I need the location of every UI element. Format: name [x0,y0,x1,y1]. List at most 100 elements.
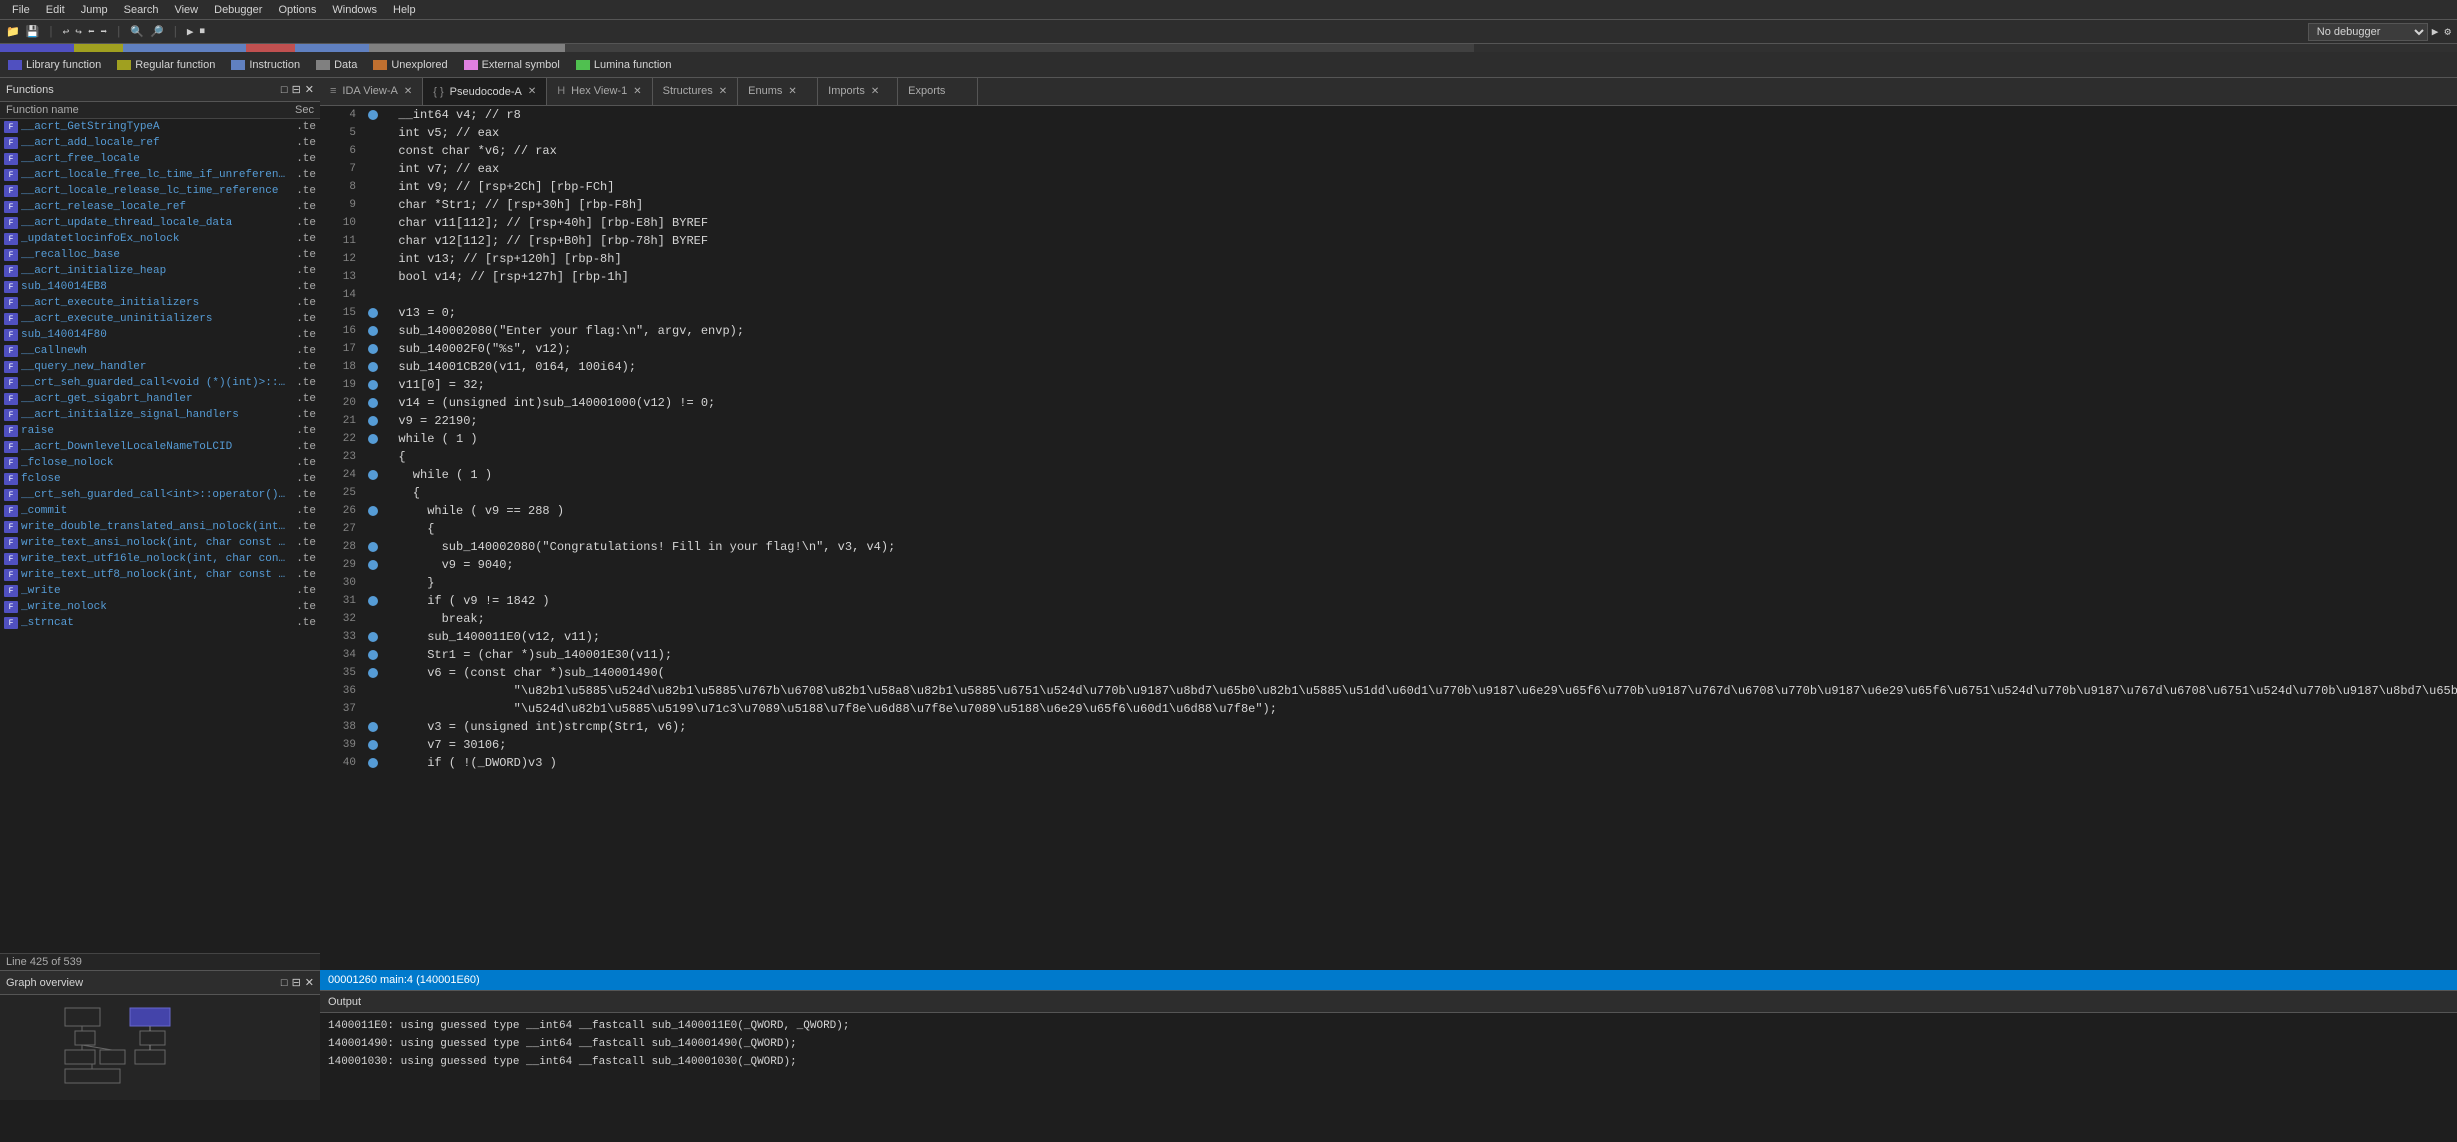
breakpoint-dot[interactable] [368,542,378,552]
table-row[interactable]: 20 v14 = (unsigned int)sub_140001000(v12… [320,394,2457,412]
tab-enums[interactable]: Enums ✕ [738,78,818,105]
table-row[interactable]: 6 const char *v6; // rax [320,142,2457,160]
breakpoint-dot[interactable] [368,308,378,318]
breakpoint-dot[interactable] [368,740,378,750]
breakpoint-dot[interactable] [368,470,378,480]
toolbar-icon-1[interactable]: 📁 [4,25,22,39]
function-item[interactable]: F__acrt_add_locale_ref.te [0,135,320,151]
table-row[interactable]: 27 { [320,520,2457,538]
toolbar-icon-6[interactable]: ➡ [98,25,109,39]
function-item[interactable]: F__acrt_DownlevelLocaleNameToLCID.te [0,439,320,455]
function-item[interactable]: F__acrt_execute_initializers.te [0,295,320,311]
breakpoint-dot[interactable] [368,200,378,210]
breakpoint-dot[interactable] [368,398,378,408]
function-item[interactable]: F__acrt_release_locale_ref.te [0,199,320,215]
tab-structures-close[interactable]: ✕ [719,86,727,97]
function-item[interactable]: F__crt_seh_guarded_call<void (*)(int)>::… [0,375,320,391]
breakpoint-dot[interactable] [368,434,378,444]
breakpoint-dot[interactable] [368,182,378,192]
function-item[interactable]: Fwrite_text_utf8_nolock(int, char const … [0,567,320,583]
menu-edit[interactable]: Edit [38,2,73,18]
breakpoint-dot[interactable] [368,344,378,354]
breakpoint-dot[interactable] [368,758,378,768]
breakpoint-dot[interactable] [368,704,378,714]
table-row[interactable]: 37 "\u524d\u82b1\u5885\u5199\u71c3\u7089… [320,700,2457,718]
function-item[interactable]: Ffclose.te [0,471,320,487]
menu-windows[interactable]: Windows [324,2,385,18]
table-row[interactable]: 5 int v5; // eax [320,124,2457,142]
table-row[interactable]: 14 [320,286,2457,304]
table-row[interactable]: 11 char v12[112]; // [rsp+B0h] [rbp-78h]… [320,232,2457,250]
table-row[interactable]: 38 v3 = (unsigned int)strcmp(Str1, v6); [320,718,2457,736]
menu-debugger[interactable]: Debugger [206,2,270,18]
breakpoint-dot[interactable] [368,164,378,174]
breakpoint-dot[interactable] [368,326,378,336]
function-item[interactable]: F_strncat.te [0,615,320,631]
breakpoint-dot[interactable] [368,290,378,300]
code-view[interactable]: 4 __int64 v4; // r85 int v5; // eax6 con… [320,106,2457,970]
breakpoint-dot[interactable] [368,524,378,534]
breakpoint-dot[interactable] [368,488,378,498]
table-row[interactable]: 16 sub_140002080("Enter your flag:\n", a… [320,322,2457,340]
tab-ida-view-a[interactable]: ≡ IDA View-A ✕ [320,78,423,105]
breakpoint-dot[interactable] [368,272,378,282]
graph-dock-btn[interactable]: ⊟ [292,976,301,989]
table-row[interactable]: 34 Str1 = (char *)sub_140001E30(v11); [320,646,2457,664]
toolbar-icon-7[interactable]: 🔍 [128,25,146,39]
function-item[interactable]: F__acrt_GetStringTypeA.te [0,119,320,135]
table-row[interactable]: 10 char v11[112]; // [rsp+40h] [rbp-E8h]… [320,214,2457,232]
function-item[interactable]: Fraise.te [0,423,320,439]
menu-help[interactable]: Help [385,2,424,18]
breakpoint-dot[interactable] [368,632,378,642]
breakpoint-dot[interactable] [368,686,378,696]
breakpoint-dot[interactable] [368,614,378,624]
breakpoint-dot[interactable] [368,362,378,372]
table-row[interactable]: 24 while ( 1 ) [320,466,2457,484]
functions-dock-btn[interactable]: ⊟ [292,83,301,96]
breakpoint-dot[interactable] [368,128,378,138]
function-item[interactable]: F_fclose_nolock.te [0,455,320,471]
settings-icon[interactable]: ⚙ [2442,25,2453,39]
toolbar-icon-4[interactable]: ↪ [73,25,84,39]
table-row[interactable]: 4 __int64 v4; // r8 [320,106,2457,124]
menu-options[interactable]: Options [270,2,324,18]
function-item[interactable]: Fwrite_text_ansi_nolock(int, char const … [0,535,320,551]
table-row[interactable]: 8 int v9; // [rsp+2Ch] [rbp-FCh] [320,178,2457,196]
table-row[interactable]: 33 sub_1400011E0(v12, v11); [320,628,2457,646]
function-item[interactable]: F__acrt_update_thread_locale_data.te [0,215,320,231]
menu-view[interactable]: View [166,2,206,18]
function-item[interactable]: F_write_nolock.te [0,599,320,615]
breakpoint-dot[interactable] [368,560,378,570]
table-row[interactable]: 35 v6 = (const char *)sub_140001490( [320,664,2457,682]
function-item[interactable]: F__query_new_handler.te [0,359,320,375]
play-icon[interactable]: ▶ [2430,25,2441,39]
tab-structures[interactable]: Structures ✕ [653,78,739,105]
function-item[interactable]: Fwrite_double_translated_ansi_nolock(int… [0,519,320,535]
table-row[interactable]: 18 sub_14001CB20(v11, 0164, 100i64); [320,358,2457,376]
tab-hex-view-1[interactable]: H Hex View-1 ✕ [547,78,652,105]
breakpoint-dot[interactable] [368,452,378,462]
menu-jump[interactable]: Jump [73,2,116,18]
breakpoint-dot[interactable] [368,254,378,264]
function-item[interactable]: F__acrt_initialize_heap.te [0,263,320,279]
tab-exports[interactable]: Exports [898,78,978,105]
function-item[interactable]: F_write.te [0,583,320,599]
toolbar-icon-8[interactable]: 🔎 [148,25,166,39]
breakpoint-dot[interactable] [368,596,378,606]
table-row[interactable]: 30 } [320,574,2457,592]
output-content[interactable]: 1400011E0: using guessed type __int64 __… [320,1013,2457,1100]
breakpoint-dot[interactable] [368,668,378,678]
table-row[interactable]: 39 v7 = 30106; [320,736,2457,754]
function-item[interactable]: F_commit.te [0,503,320,519]
tab-imports-close[interactable]: ✕ [871,86,879,97]
toolbar-icon-10[interactable]: ⏹ [198,26,208,38]
breakpoint-dot[interactable] [368,218,378,228]
function-item[interactable]: F__crt_seh_guarded_call<int>::operator()… [0,487,320,503]
menu-search[interactable]: Search [116,2,167,18]
graph-canvas[interactable] [0,995,320,1100]
table-row[interactable]: 7 int v7; // eax [320,160,2457,178]
tab-hex-view-1-close[interactable]: ✕ [633,86,641,97]
breakpoint-dot[interactable] [368,110,378,120]
function-item[interactable]: F_updatetlocinfoEx_nolock.te [0,231,320,247]
table-row[interactable]: 32 break; [320,610,2457,628]
